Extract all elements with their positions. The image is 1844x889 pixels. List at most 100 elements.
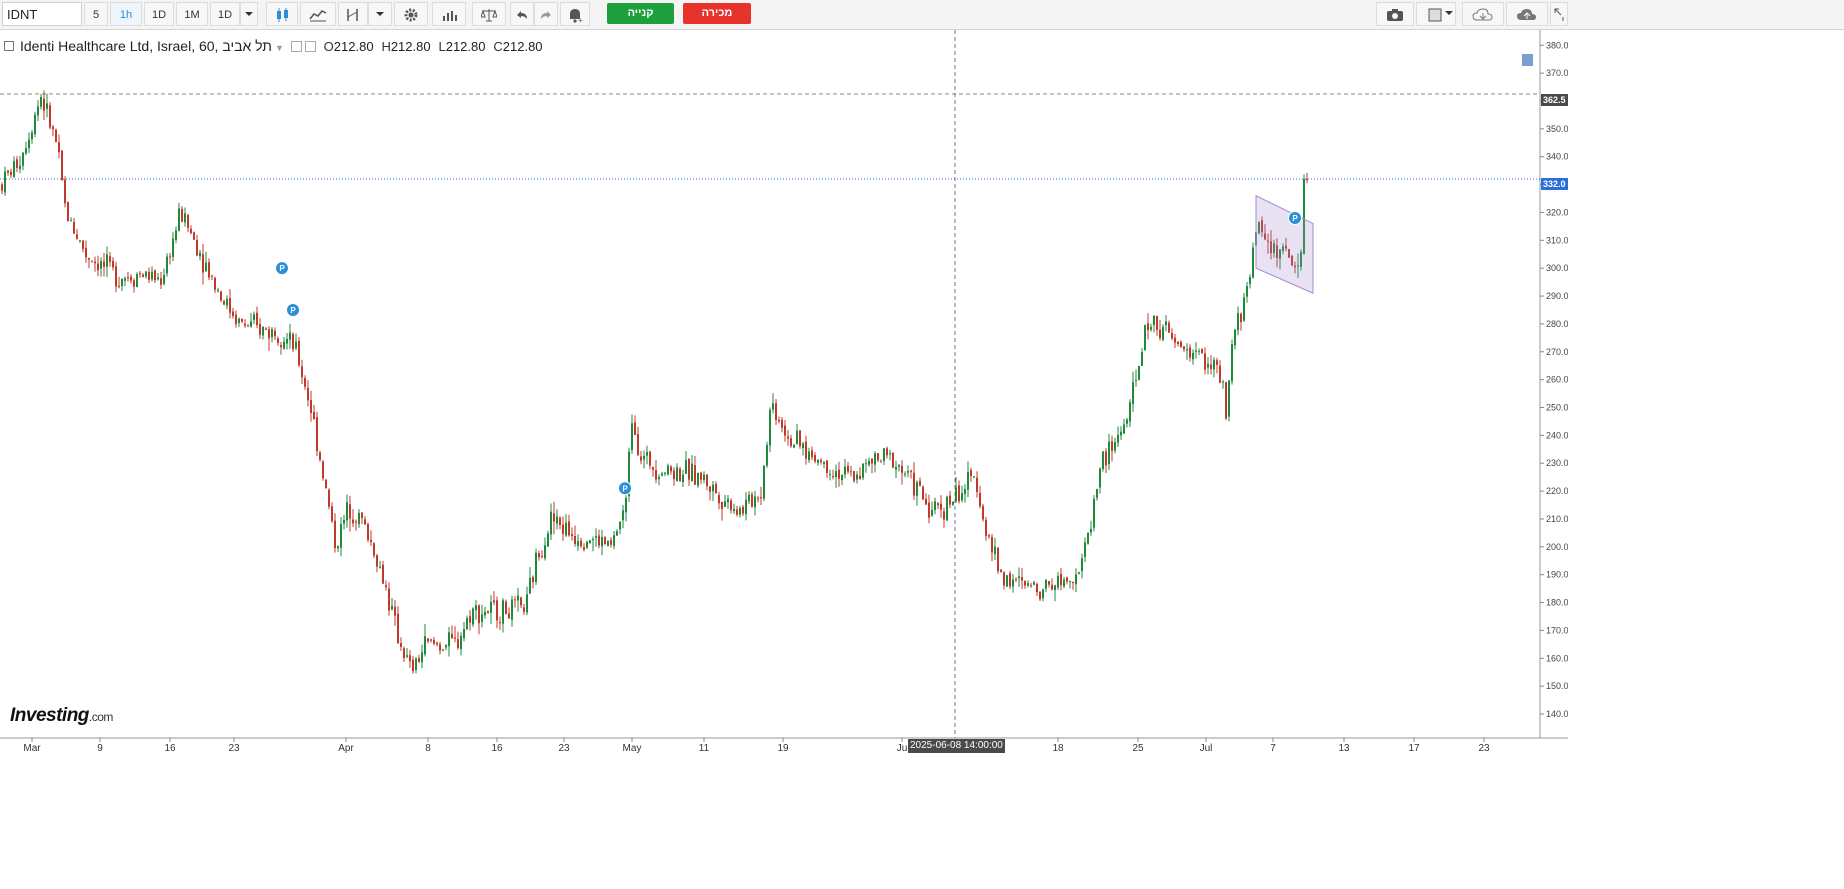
candle-body <box>1306 178 1308 180</box>
balance-scale-icon[interactable] <box>472 2 506 26</box>
undo-icon[interactable] <box>510 2 534 26</box>
candle-body <box>727 498 729 503</box>
candle-body <box>232 311 234 317</box>
candles-chart-type-icon[interactable] <box>266 2 298 26</box>
candle-body <box>610 539 612 545</box>
indicators-icon[interactable] <box>338 2 368 26</box>
candle-body <box>652 467 654 470</box>
candle-body <box>199 252 201 257</box>
candle-body <box>718 495 720 504</box>
legend-visibility-icon[interactable] <box>290 40 302 52</box>
candle-body <box>1051 584 1053 590</box>
candle-body <box>877 453 879 461</box>
candle-body <box>136 274 138 288</box>
candle-body <box>979 493 981 507</box>
candle-body <box>616 531 618 536</box>
candle-body <box>325 479 327 489</box>
candle-body <box>217 289 219 291</box>
area-chart-type-icon[interactable] <box>300 2 336 26</box>
candle-body <box>1123 424 1125 434</box>
candle-body <box>1111 441 1113 452</box>
time-tick-label: 23 <box>228 743 240 754</box>
price-chart[interactable]: 140.0 150.0 160.0 170.0 180.0 190.0 200.0 210.0… <box>0 30 1568 759</box>
interval-1h-button[interactable]: 1h <box>110 2 142 26</box>
candle-body <box>424 636 426 655</box>
candle-body <box>469 616 471 623</box>
candle-body <box>397 613 399 644</box>
candle-body <box>544 545 546 559</box>
legend-menu-chevron-icon[interactable]: ▼ <box>275 43 284 53</box>
candle-body <box>994 546 996 555</box>
candle-body <box>490 601 492 613</box>
candle-body <box>316 417 318 452</box>
candle-body <box>658 477 660 480</box>
indicators-dropdown-chevron-icon[interactable] <box>368 2 392 26</box>
low-label: L <box>438 39 446 54</box>
cloud-load-icon[interactable] <box>1462 2 1504 26</box>
candle-body <box>412 659 414 672</box>
candle-body <box>1018 576 1020 579</box>
legend-settings-icon[interactable] <box>304 40 316 52</box>
candle-body <box>286 338 288 344</box>
candle-body <box>445 645 447 648</box>
candle-body <box>58 142 60 153</box>
candle-body <box>433 640 435 644</box>
candle-body <box>319 452 321 460</box>
candle-body <box>64 179 66 204</box>
candle-body <box>1135 379 1137 381</box>
event-marker-label: P <box>290 306 296 315</box>
candle-body <box>163 275 165 284</box>
sell-button[interactable]: מכירה <box>683 3 751 24</box>
open-value: 212.80 <box>333 39 374 54</box>
candle-body <box>46 103 48 109</box>
candle-body <box>1093 498 1095 528</box>
candle-body <box>370 539 372 542</box>
candle-body <box>715 483 717 494</box>
candle-body <box>1066 577 1068 582</box>
candle-body <box>235 314 237 325</box>
candle-body <box>769 409 771 446</box>
candle-body <box>457 639 459 648</box>
candle-body <box>679 468 681 481</box>
candle-body <box>247 325 249 327</box>
candle-body <box>265 328 267 330</box>
add-alert-bell-icon[interactable]: + <box>560 2 590 26</box>
candle-body <box>1003 572 1005 586</box>
candle-body <box>799 430 801 447</box>
settings-gear-icon[interactable] <box>394 2 428 26</box>
candle-body <box>28 139 30 149</box>
candle-body <box>736 509 738 515</box>
interval-custom-button[interactable]: 1D <box>210 2 240 26</box>
compare-bars-icon[interactable] <box>432 2 466 26</box>
camera-icon[interactable] <box>1376 2 1414 26</box>
fullscreen-icon[interactable] <box>1550 2 1568 26</box>
candle-body <box>79 240 81 242</box>
legend-collapse-icon[interactable] <box>4 41 14 52</box>
price-tick-label: 150.0 <box>1546 681 1568 691</box>
candle-body <box>85 247 87 258</box>
candle-body <box>943 511 945 520</box>
cloud-save-icon[interactable] <box>1506 2 1548 26</box>
interval-dropdown-chevron-icon[interactable] <box>240 2 258 26</box>
candle-body <box>511 599 513 620</box>
interval-5-button[interactable]: 5 <box>84 2 108 26</box>
layout-dropdown-chevron-icon[interactable] <box>1440 2 1458 26</box>
symbol-input[interactable] <box>2 2 82 26</box>
candle-body <box>220 291 222 301</box>
candle-body <box>910 470 912 472</box>
candle-body <box>250 321 252 327</box>
candle-body <box>1210 364 1212 369</box>
candle-body <box>1072 581 1074 584</box>
candle-body <box>640 456 642 461</box>
buy-button[interactable]: קנייה <box>607 3 674 24</box>
price-tick-label: 320.0 <box>1546 207 1568 217</box>
candle-body <box>277 338 279 343</box>
interval-1m-button[interactable]: 1M <box>176 2 208 26</box>
candle-body <box>1129 402 1131 422</box>
candle-body <box>583 547 585 550</box>
redo-icon[interactable] <box>534 2 558 26</box>
candle-body <box>475 605 477 611</box>
candle-body <box>190 228 192 234</box>
candle-body <box>91 261 93 263</box>
interval-1d-button[interactable]: 1D <box>144 2 174 26</box>
